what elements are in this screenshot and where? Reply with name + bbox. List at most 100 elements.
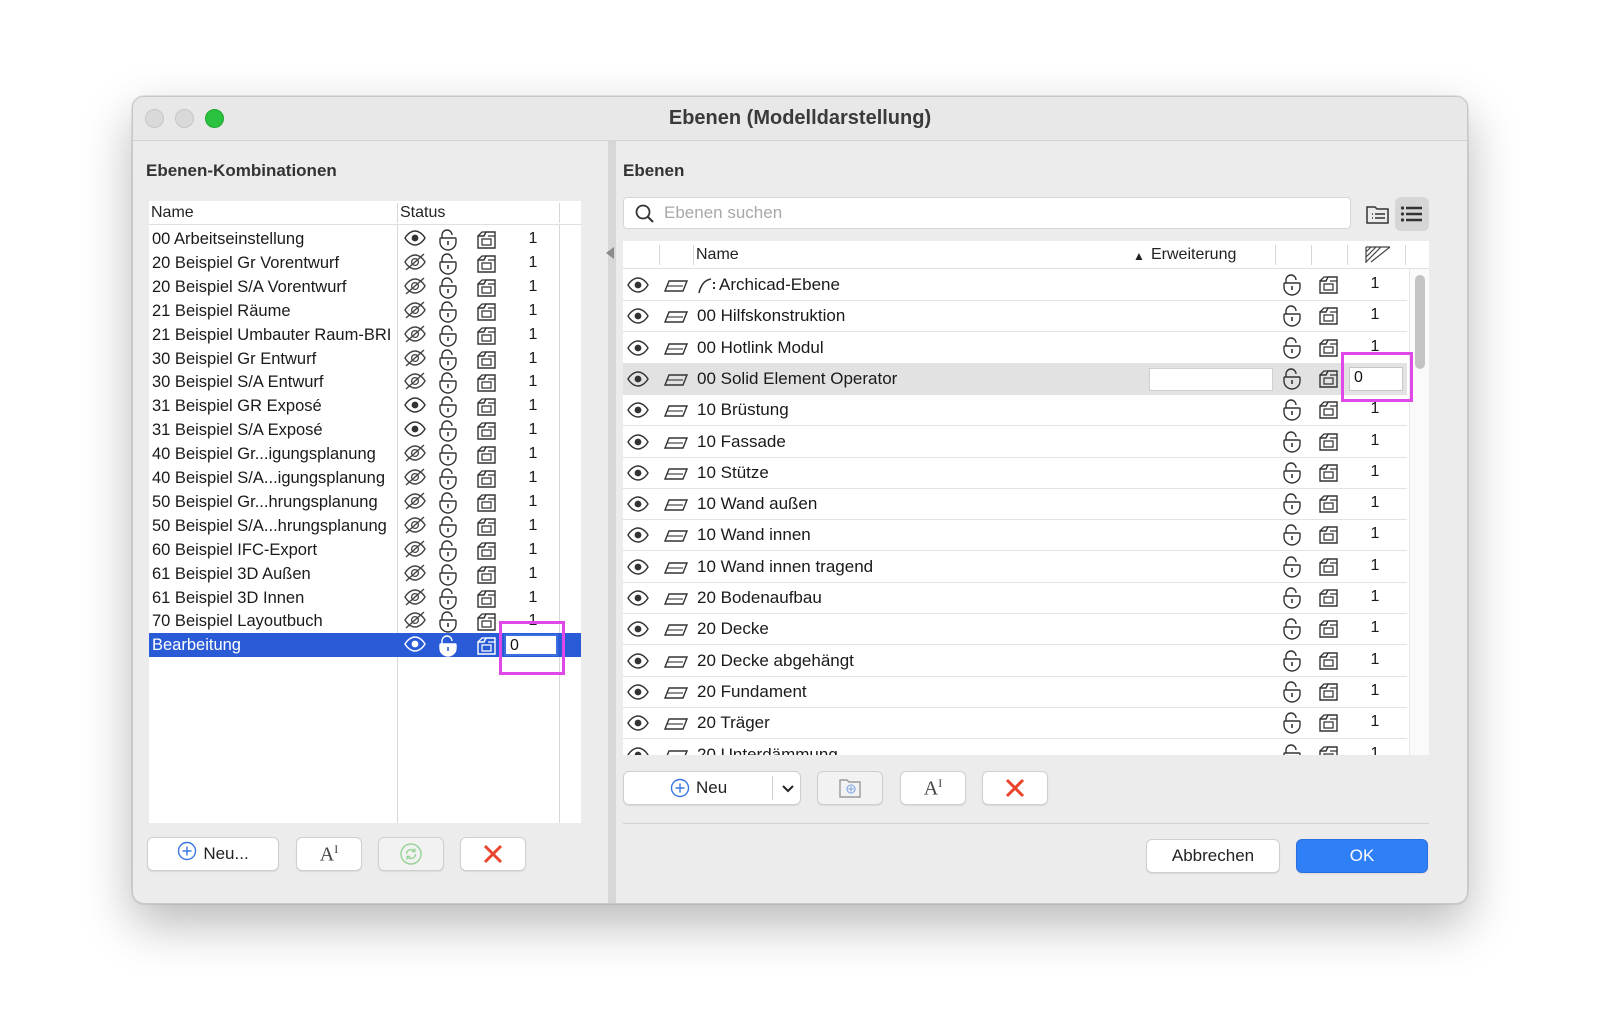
combination-row[interactable]: 21 Beispiel Umbauter Raum-BRI 1 xyxy=(149,323,581,347)
eye-hidden-icon[interactable] xyxy=(404,348,426,369)
eye-icon[interactable] xyxy=(404,420,426,440)
layer-row[interactable]: 10 Brüstung 1 xyxy=(623,395,1407,427)
combination-row[interactable]: 30 Beispiel Gr Entwurf 1 xyxy=(149,347,581,371)
wireframe-icon[interactable] xyxy=(1317,744,1343,755)
eye-icon[interactable] xyxy=(627,652,653,674)
eye-hidden-icon[interactable] xyxy=(404,444,426,464)
layer-row[interactable]: 20 Fundament 1 xyxy=(623,677,1407,708)
wireframe-icon[interactable] xyxy=(475,588,497,608)
chevron-down-icon[interactable] xyxy=(781,784,795,794)
wireframe-icon[interactable] xyxy=(1317,618,1343,640)
layer-row[interactable]: 20 Träger 1 xyxy=(623,708,1407,740)
combination-row[interactable]: 61 Beispiel 3D Außen 1 xyxy=(149,562,581,586)
wireframe-icon[interactable] xyxy=(475,540,497,560)
eye-hidden-icon[interactable] xyxy=(404,468,426,488)
folder-view-button[interactable] xyxy=(1361,197,1395,231)
lock-icon[interactable] xyxy=(437,396,459,418)
eye-icon[interactable] xyxy=(404,396,426,416)
eye-icon[interactable] xyxy=(627,339,653,361)
eye-hidden-icon[interactable] xyxy=(404,540,426,560)
delete-combination-button[interactable] xyxy=(460,837,526,871)
column-header-name[interactable]: Name xyxy=(151,204,194,222)
wireframe-icon[interactable] xyxy=(1317,431,1343,453)
eye-hidden-icon[interactable] xyxy=(404,372,426,392)
wireframe-icon[interactable] xyxy=(1317,493,1343,515)
column-header-extension[interactable]: Erweiterung xyxy=(1151,246,1236,264)
eye-hidden-icon[interactable] xyxy=(404,253,426,273)
delete-layer-button[interactable] xyxy=(982,771,1048,805)
lock-icon[interactable] xyxy=(437,468,459,490)
lock-icon[interactable] xyxy=(1281,399,1307,421)
lock-icon[interactable] xyxy=(437,540,459,562)
extension-input[interactable] xyxy=(1149,367,1273,391)
wireframe-icon[interactable] xyxy=(475,516,497,536)
lock-icon[interactable] xyxy=(437,324,459,347)
lock-icon[interactable] xyxy=(1281,681,1307,703)
layer-row[interactable]: 00 Solid Element Operator 0 xyxy=(623,363,1407,395)
eye-icon[interactable] xyxy=(627,307,653,329)
eye-hidden-icon[interactable] xyxy=(404,492,426,512)
combination-row[interactable]: 31 Beispiel S/A Exposé 1 xyxy=(149,418,581,442)
eye-icon[interactable] xyxy=(627,558,653,580)
wireframe-icon[interactable] xyxy=(475,229,497,249)
layer-search-field[interactable]: Ebenen suchen xyxy=(623,197,1351,229)
lock-icon[interactable] xyxy=(1281,556,1307,578)
lock-icon[interactable] xyxy=(1281,368,1307,390)
new-folder-button[interactable] xyxy=(817,771,883,805)
lock-icon[interactable] xyxy=(1281,430,1307,453)
lock-icon[interactable] xyxy=(437,277,459,299)
wireframe-icon[interactable] xyxy=(475,301,497,321)
wireframe-icon[interactable] xyxy=(1317,368,1343,390)
layer-row[interactable]: 10 Fassade 1 xyxy=(623,427,1407,458)
lock-icon[interactable] xyxy=(1281,649,1307,672)
wireframe-icon[interactable] xyxy=(475,420,497,440)
lock-icon[interactable] xyxy=(437,420,459,442)
scrollbar-thumb[interactable] xyxy=(1415,275,1425,369)
wireframe-icon[interactable] xyxy=(475,325,497,345)
layer-row[interactable]: 00 Hotlink Modul 1 xyxy=(623,333,1407,364)
lock-icon[interactable] xyxy=(1281,524,1307,547)
combination-row[interactable]: 20 Beispiel S/A Vorentwurf 1 xyxy=(149,275,581,299)
eye-icon[interactable] xyxy=(404,635,426,655)
combination-row[interactable]: 20 Beispiel Gr Vorentwurf 1 xyxy=(149,251,581,275)
lock-icon[interactable] xyxy=(1281,336,1307,359)
eye-hidden-icon[interactable] xyxy=(404,564,426,584)
lock-icon[interactable] xyxy=(437,611,459,634)
lock-icon[interactable] xyxy=(437,635,459,657)
eye-icon[interactable] xyxy=(627,495,653,517)
wireframe-icon[interactable] xyxy=(475,611,497,632)
combination-row[interactable]: 00 Arbeitseinstellung 1 xyxy=(149,227,581,251)
eye-icon[interactable] xyxy=(404,229,426,249)
eye-icon[interactable] xyxy=(627,620,653,642)
lock-icon[interactable] xyxy=(437,563,459,586)
lock-icon[interactable] xyxy=(437,516,459,538)
lock-icon[interactable] xyxy=(1281,462,1307,484)
layer-row[interactable]: 20 Unterdämmung 1 xyxy=(623,740,1407,755)
wireframe-icon[interactable] xyxy=(1317,305,1343,327)
lock-icon[interactable] xyxy=(437,587,459,610)
lock-icon[interactable] xyxy=(437,372,459,395)
wireframe-icon[interactable] xyxy=(475,444,497,464)
lock-icon[interactable] xyxy=(1281,618,1307,640)
lock-icon[interactable] xyxy=(437,301,459,323)
new-layer-button[interactable]: Neu xyxy=(623,771,801,805)
combination-row[interactable]: 40 Beispiel S/A...igungsplanung 1 xyxy=(149,466,581,490)
eye-icon[interactable] xyxy=(627,370,653,392)
eye-icon[interactable] xyxy=(627,746,653,755)
wireframe-icon[interactable] xyxy=(475,635,497,655)
wireframe-icon[interactable] xyxy=(475,564,497,584)
wireframe-icon[interactable] xyxy=(1317,650,1343,672)
wireframe-icon[interactable] xyxy=(1317,712,1343,734)
ok-button[interactable]: OK xyxy=(1296,839,1428,873)
wireframe-icon[interactable] xyxy=(475,468,497,488)
eye-icon[interactable] xyxy=(627,526,653,548)
wireframe-icon[interactable] xyxy=(1317,587,1343,609)
layer-row[interactable]: 10 Wand innen tragend 1 xyxy=(623,552,1407,583)
layers-scrollbar[interactable] xyxy=(1409,269,1429,755)
wireframe-icon[interactable] xyxy=(1317,274,1343,296)
lock-icon[interactable] xyxy=(437,253,459,275)
eye-hidden-icon[interactable] xyxy=(404,301,426,321)
lock-icon[interactable] xyxy=(1281,274,1307,296)
collapse-arrow-icon[interactable] xyxy=(606,247,614,259)
update-combination-button[interactable] xyxy=(378,837,444,871)
